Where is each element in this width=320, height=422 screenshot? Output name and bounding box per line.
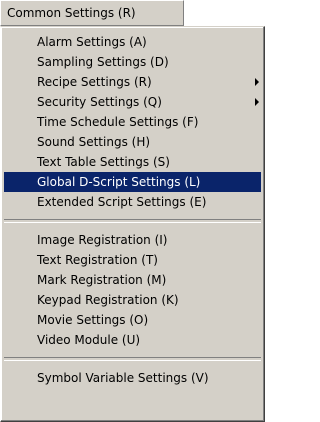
menu-item-mark-registration[interactable]: Mark Registration (M) [4,270,261,290]
menu-item-security-settings-label: Security Settings (Q) [37,95,162,109]
menu-item-sampling-settings[interactable]: Sampling Settings (D) [4,52,261,72]
common-settings-dropdown-menu: Alarm Settings (A) Sampling Settings (D)… [0,26,265,422]
menu-item-alarm-settings[interactable]: Alarm Settings (A) [4,32,261,52]
submenu-arrow-icon [255,78,259,86]
menu-item-global-d-script-settings[interactable]: Global D-Script Settings (L) [4,172,261,192]
menu-item-keypad-registration[interactable]: Keypad Registration (K) [4,290,261,310]
menu-item-recipe-settings[interactable]: Recipe Settings (R) [4,72,261,92]
menu-item-video-module[interactable]: Video Module (U) [4,330,261,350]
menu-separator [4,357,261,361]
common-settings-menu-title[interactable]: Common Settings (R) [0,0,184,26]
menu-item-recipe-settings-label: Recipe Settings (R) [37,75,152,89]
menu-item-security-settings[interactable]: Security Settings (Q) [4,92,261,112]
menu-item-time-schedule-settings[interactable]: Time Schedule Settings (F) [4,112,261,132]
menu-item-sound-settings[interactable]: Sound Settings (H) [4,132,261,152]
menu-item-movie-settings[interactable]: Movie Settings (O) [4,310,261,330]
submenu-arrow-icon [255,98,259,106]
menu-item-text-table-settings[interactable]: Text Table Settings (S) [4,152,261,172]
menu-separator [4,219,261,223]
menu-item-image-registration[interactable]: Image Registration (I) [4,230,261,250]
menu-item-extended-script-settings[interactable]: Extended Script Settings (E) [4,192,261,212]
menu-item-symbol-variable-settings[interactable]: Symbol Variable Settings (V) [4,368,261,388]
menu-item-text-registration[interactable]: Text Registration (T) [4,250,261,270]
